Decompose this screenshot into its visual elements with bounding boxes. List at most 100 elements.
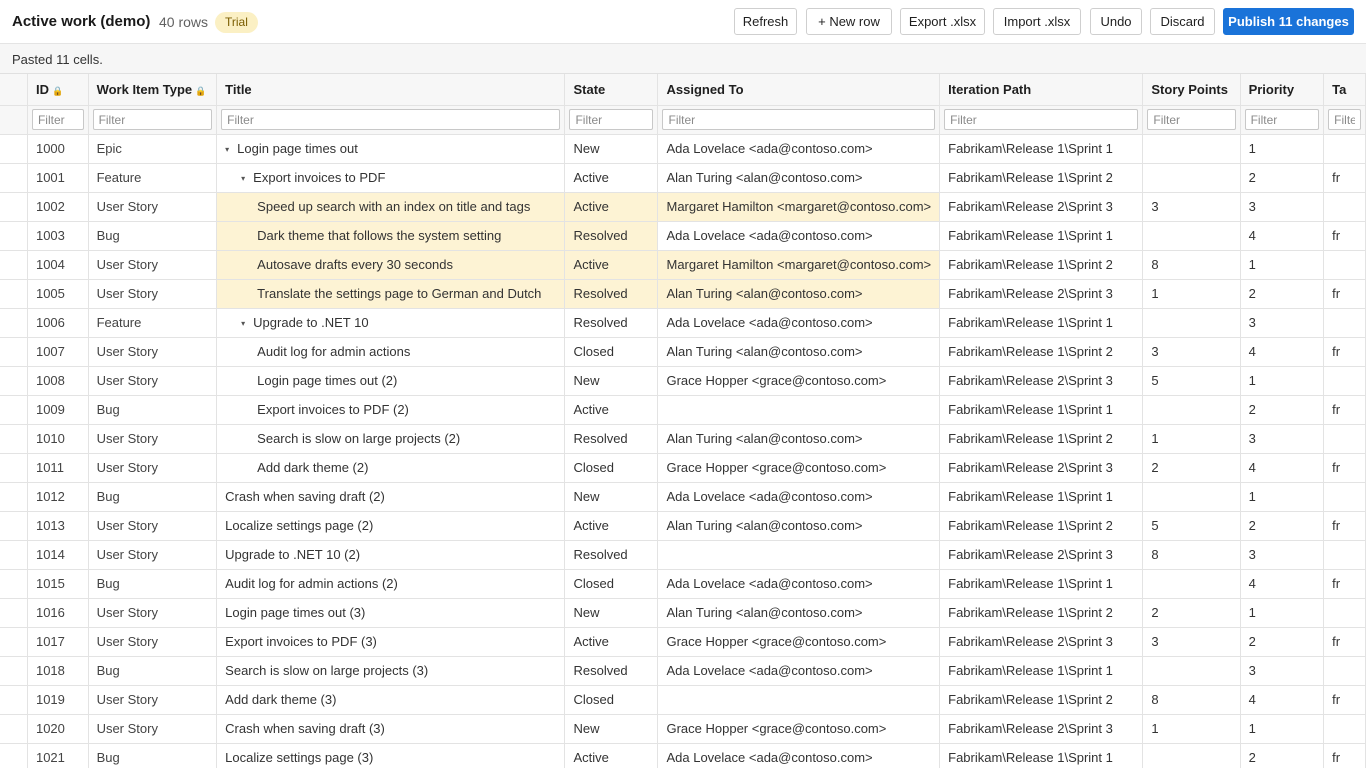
- cell-tags[interactable]: fr: [1323, 685, 1366, 715]
- export-xlsx-button[interactable]: Export .xlsx: [900, 8, 985, 35]
- cell-state[interactable]: Closed: [564, 453, 659, 483]
- row-gutter[interactable]: [0, 685, 28, 715]
- cell-type[interactable]: Feature: [88, 163, 218, 193]
- table-row[interactable]: 1013 User Story Localize settings page (2)…: [0, 511, 1366, 541]
- cell-points[interactable]: 3: [1142, 627, 1241, 657]
- cell-points[interactable]: [1142, 656, 1241, 686]
- cell-state[interactable]: Resolved: [564, 308, 659, 338]
- row-gutter[interactable]: [0, 540, 28, 570]
- cell-type[interactable]: User Story: [88, 453, 218, 483]
- cell-state[interactable]: New: [564, 366, 659, 396]
- cell-state[interactable]: New: [564, 482, 659, 512]
- cell-iteration[interactable]: Fabrikam\Release 1\Sprint 1: [939, 569, 1144, 599]
- cell-id[interactable]: 1018: [27, 656, 89, 686]
- cell-tags[interactable]: [1323, 482, 1366, 512]
- cell-title[interactable]: Crash when saving draft (2): [216, 482, 566, 512]
- cell-iteration[interactable]: Fabrikam\Release 2\Sprint 3: [939, 453, 1144, 483]
- cell-title[interactable]: Search is slow on large projects (3): [216, 656, 566, 686]
- cell-id[interactable]: 1010: [27, 424, 89, 454]
- table-row[interactable]: 1000 Epic ▾ Login page times out New Ada Love…: [0, 134, 1366, 164]
- cell-state[interactable]: Active: [564, 250, 659, 280]
- cell-type[interactable]: User Story: [88, 366, 218, 396]
- cell-points[interactable]: 1: [1142, 714, 1241, 744]
- cell-id[interactable]: 1003: [27, 221, 89, 251]
- cell-type[interactable]: User Story: [88, 250, 218, 280]
- cell-points[interactable]: 3: [1142, 192, 1241, 222]
- table-row[interactable]: 1002 User Story Speed up search with an in…: [0, 192, 1366, 222]
- cell-title[interactable]: Dark theme that follows the system setti…: [216, 221, 566, 251]
- cell-priority[interactable]: 1: [1240, 482, 1325, 512]
- row-gutter[interactable]: [0, 192, 28, 222]
- cell-assigned[interactable]: Alan Turing <alan@contoso.com>: [657, 598, 941, 628]
- cell-title[interactable]: Speed up search with an index on title a…: [216, 192, 566, 222]
- cell-tags[interactable]: fr: [1323, 395, 1366, 425]
- cell-priority[interactable]: 1: [1240, 250, 1325, 280]
- table-row[interactable]: 1007 User Story Audit log for admin action…: [0, 337, 1366, 367]
- cell-title[interactable]: Localize settings page (3): [216, 743, 566, 768]
- filter-input-iteration[interactable]: [944, 109, 1139, 130]
- cell-id[interactable]: 1021: [27, 743, 89, 768]
- cell-priority[interactable]: 3: [1240, 424, 1325, 454]
- cell-priority[interactable]: 2: [1240, 279, 1325, 309]
- cell-points[interactable]: 8: [1142, 685, 1241, 715]
- table-row[interactable]: 1003 Bug Dark theme that follows the syste…: [0, 221, 1366, 251]
- cell-title[interactable]: ▾ Upgrade to .NET 10: [216, 308, 566, 338]
- table-row[interactable]: 1020 User Story Crash when saving draft (3…: [0, 714, 1366, 744]
- row-gutter[interactable]: [0, 743, 28, 768]
- cell-priority[interactable]: 3: [1240, 656, 1325, 686]
- cell-priority[interactable]: 2: [1240, 511, 1325, 541]
- cell-state[interactable]: New: [564, 134, 659, 164]
- cell-state[interactable]: Resolved: [564, 221, 659, 251]
- cell-id[interactable]: 1006: [27, 308, 89, 338]
- filter-input-title[interactable]: [221, 109, 561, 130]
- cell-priority[interactable]: 4: [1240, 685, 1325, 715]
- column-header-assigned[interactable]: Assigned To: [657, 74, 941, 106]
- cell-iteration[interactable]: Fabrikam\Release 2\Sprint 3: [939, 279, 1144, 309]
- cell-iteration[interactable]: Fabrikam\Release 1\Sprint 2: [939, 598, 1144, 628]
- cell-id[interactable]: 1005: [27, 279, 89, 309]
- cell-assigned[interactable]: Ada Lovelace <ada@contoso.com>: [657, 134, 941, 164]
- cell-priority[interactable]: 2: [1240, 743, 1325, 768]
- filter-input-points[interactable]: [1147, 109, 1236, 130]
- column-header-priority[interactable]: Priority: [1240, 74, 1325, 106]
- cell-points[interactable]: 5: [1142, 366, 1241, 396]
- cell-points[interactable]: 5: [1142, 511, 1241, 541]
- cell-iteration[interactable]: Fabrikam\Release 1\Sprint 2: [939, 511, 1144, 541]
- table-row[interactable]: 1008 User Story Login page times out (2) Ne…: [0, 366, 1366, 396]
- cell-id[interactable]: 1016: [27, 598, 89, 628]
- cell-iteration[interactable]: Fabrikam\Release 1\Sprint 1: [939, 395, 1144, 425]
- cell-tags[interactable]: fr: [1323, 163, 1366, 193]
- cell-tags[interactable]: fr: [1323, 279, 1366, 309]
- row-gutter[interactable]: [0, 511, 28, 541]
- cell-assigned[interactable]: Alan Turing <alan@contoso.com>: [657, 337, 941, 367]
- table-row[interactable]: 1021 Bug Localize settings page (3) Active A…: [0, 743, 1366, 768]
- table-row[interactable]: 1006 Feature ▾ Upgrade to .NET 10 Resolved Ad…: [0, 308, 1366, 338]
- cell-iteration[interactable]: Fabrikam\Release 1\Sprint 2: [939, 337, 1144, 367]
- column-header-state[interactable]: State: [564, 74, 659, 106]
- cell-iteration[interactable]: Fabrikam\Release 2\Sprint 3: [939, 540, 1144, 570]
- cell-tags[interactable]: [1323, 598, 1366, 628]
- cell-points[interactable]: [1142, 482, 1241, 512]
- cell-id[interactable]: 1011: [27, 453, 89, 483]
- cell-assigned[interactable]: Grace Hopper <grace@contoso.com>: [657, 714, 941, 744]
- cell-title[interactable]: ▾ Export invoices to PDF: [216, 163, 566, 193]
- row-gutter[interactable]: [0, 598, 28, 628]
- cell-priority[interactable]: 2: [1240, 163, 1325, 193]
- cell-id[interactable]: 1002: [27, 192, 89, 222]
- row-gutter[interactable]: [0, 482, 28, 512]
- cell-state[interactable]: Closed: [564, 569, 659, 599]
- cell-tags[interactable]: fr: [1323, 743, 1366, 768]
- row-gutter[interactable]: [0, 627, 28, 657]
- cell-state[interactable]: Resolved: [564, 656, 659, 686]
- filter-input-type[interactable]: [92, 109, 213, 130]
- cell-type[interactable]: Epic: [88, 134, 218, 164]
- table-row[interactable]: 1009 Bug Export invoices to PDF (2) Active F…: [0, 395, 1366, 425]
- cell-state[interactable]: Active: [564, 163, 659, 193]
- cell-tags[interactable]: fr: [1323, 627, 1366, 657]
- cell-priority[interactable]: 3: [1240, 192, 1325, 222]
- cell-iteration[interactable]: Fabrikam\Release 1\Sprint 1: [939, 221, 1144, 251]
- cell-state[interactable]: Resolved: [564, 279, 659, 309]
- cell-state[interactable]: New: [564, 598, 659, 628]
- cell-points[interactable]: [1142, 743, 1241, 768]
- table-row[interactable]: 1018 Bug Search is slow on large projects …: [0, 656, 1366, 686]
